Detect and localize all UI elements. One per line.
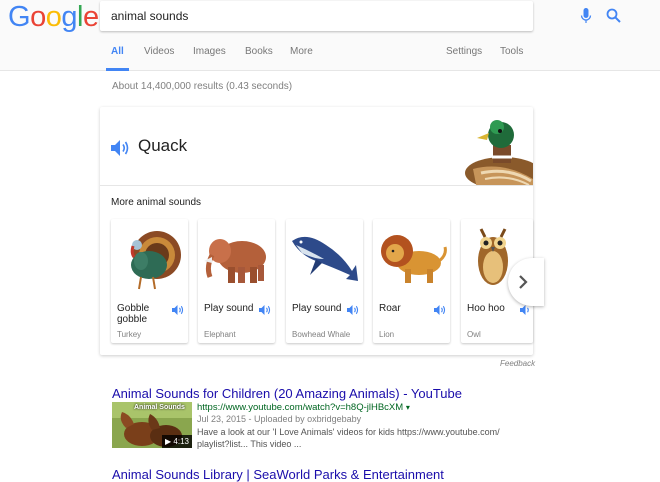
whale-image (292, 236, 358, 281)
turkey-image (130, 231, 181, 290)
play-icon: ▶ (165, 437, 172, 446)
tile-animal-name: Owl (467, 330, 481, 339)
speaker-icon[interactable] (520, 305, 532, 315)
more-sounds-label: More animal sounds (111, 197, 202, 208)
speaker-icon[interactable] (434, 305, 446, 315)
tab-more[interactable]: More (290, 46, 313, 71)
header: Google All Videos Images Books More Sett… (0, 0, 660, 71)
logo-letter: o (30, 1, 46, 33)
featured-sound-label: Quack (138, 136, 188, 155)
search-icon[interactable] (606, 8, 621, 23)
tile-animal-name: Turkey (117, 330, 142, 339)
tile-animal-name: Lion (379, 330, 395, 339)
animal-sounds-card: Quack More animal sounds Gobble gobble T… (100, 107, 544, 355)
video-duration: ▶ 4:13 (162, 435, 192, 448)
duck-image (465, 120, 533, 185)
tab-settings[interactable]: Settings (446, 46, 482, 71)
speaker-icon[interactable] (111, 140, 131, 156)
tab-images[interactable]: Images (193, 46, 226, 71)
tile-sound-label: Play sound (204, 303, 254, 314)
tile-sound-label: Play sound (292, 303, 342, 314)
animal-tile-whale[interactable]: Play sound Bowhead Whale (286, 219, 363, 343)
elephant-image (204, 239, 266, 283)
tile-animal-name: Bowhead Whale (292, 330, 351, 339)
logo-letter: e (82, 1, 99, 33)
animal-tile-lion[interactable]: Roar Lion (373, 219, 450, 343)
animal-tile-elephant[interactable]: Play sound Elephant (198, 219, 275, 343)
tab-books[interactable]: Books (245, 46, 273, 71)
result-url-text: https://www.youtube.com/watch?v=h8Q-jlHB… (197, 402, 404, 413)
lion-image (381, 235, 447, 283)
chevron-right-icon (519, 275, 528, 289)
tile-sound-label: Roar (379, 303, 401, 314)
logo-letter: g (61, 1, 77, 33)
tile-animal-name: Elephant (204, 330, 236, 339)
speaker-icon[interactable] (172, 305, 184, 315)
feedback-link[interactable]: Feedback (500, 359, 535, 368)
thumbnail-caption: Animal Sounds (134, 404, 185, 411)
featured-sound: Quack (100, 107, 533, 186)
result-meta: Jul 23, 2015 - Uploaded by oxbridgebaby (197, 414, 362, 424)
tab-all[interactable]: All (106, 46, 129, 71)
tab-videos[interactable]: Videos (144, 46, 174, 71)
duration-text: 4:13 (173, 437, 189, 446)
tab-tools[interactable]: Tools (500, 46, 523, 71)
caret-down-icon[interactable]: ▾ (406, 403, 410, 412)
result-title-link[interactable]: Animal Sounds Library | SeaWorld Parks &… (112, 467, 444, 482)
animal-tile-turkey[interactable]: Gobble gobble Turkey (111, 219, 188, 343)
tile-sound-label: Hoo hoo (467, 303, 505, 314)
logo-letter: G (8, 1, 31, 33)
video-thumbnail[interactable]: Animal Sounds ▶ 4:13 (112, 402, 192, 448)
result-url: https://www.youtube.com/watch?v=h8Q-jlHB… (197, 402, 410, 413)
microphone-icon[interactable] (580, 8, 592, 24)
result-snippet: Have a look at our 'I Love Animals' vide… (197, 427, 500, 449)
speaker-icon[interactable] (347, 305, 359, 315)
search-box (100, 1, 621, 31)
search-input[interactable] (111, 1, 461, 31)
result-title-link[interactable]: Animal Sounds for Children (20 Amazing A… (112, 386, 462, 401)
results-stats: About 14,400,000 results (0.43 seconds) (112, 81, 293, 92)
google-logo[interactable]: Google (8, 1, 99, 34)
logo-letter: o (45, 1, 62, 33)
tile-sound-label: Gobble gobble (117, 303, 150, 325)
speaker-icon[interactable] (259, 305, 271, 315)
search-tabs: All Videos Images Books More Settings To… (100, 46, 540, 71)
